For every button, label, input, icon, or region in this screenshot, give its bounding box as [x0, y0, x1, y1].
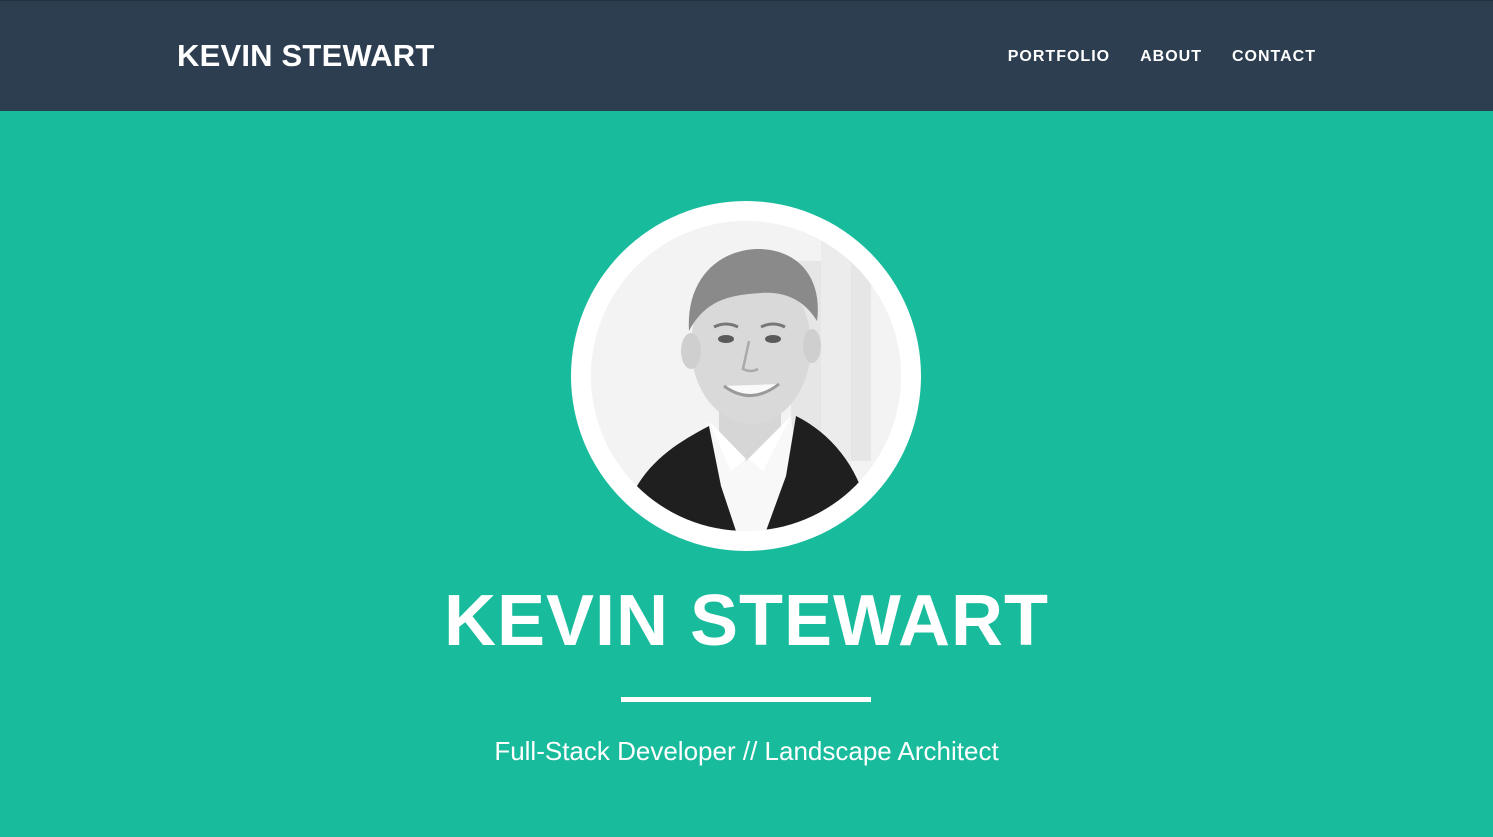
- hero-subtitle: Full-Stack Developer // Landscape Archit…: [494, 736, 999, 766]
- hero-title: KEVIN STEWART: [443, 581, 1050, 661]
- hero-section: KEVIN STEWART Full-Stack Developer // La…: [0, 111, 1493, 837]
- profile-photo-illustration: [591, 221, 901, 531]
- nav-link-portfolio[interactable]: PORTFOLIO: [1008, 47, 1110, 67]
- title-divider: [621, 697, 871, 702]
- nav-links: PORTFOLIO ABOUT CONTACT: [1008, 47, 1316, 67]
- nav-link-contact[interactable]: CONTACT: [1232, 47, 1316, 67]
- navbar: KEVIN STEWART PORTFOLIO ABOUT CONTACT: [0, 0, 1493, 111]
- profile-photo: [591, 221, 901, 531]
- nav-link-about[interactable]: ABOUT: [1140, 47, 1202, 67]
- avatar-frame: [571, 201, 921, 551]
- brand-link[interactable]: KEVIN STEWART: [177, 38, 435, 74]
